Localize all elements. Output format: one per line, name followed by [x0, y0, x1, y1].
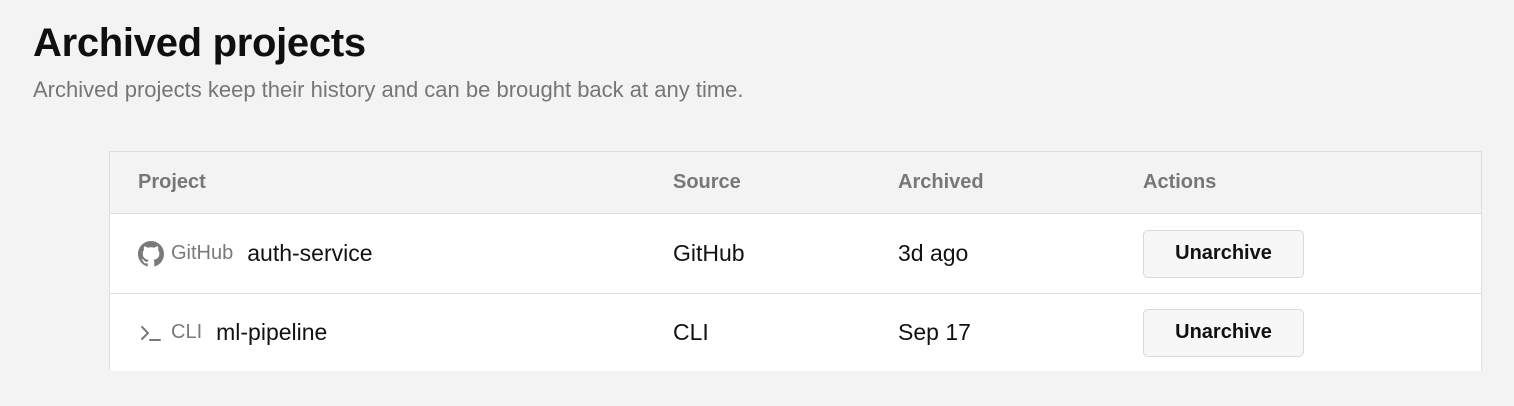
project-cell: GitHub auth-service	[138, 214, 373, 293]
project-cell: CLI ml-pipeline	[138, 294, 327, 371]
archived-cell: Sep 17	[898, 294, 971, 371]
archived-value: Sep 17	[898, 319, 971, 345]
source-chip-label: CLI	[171, 321, 203, 343]
project-name: ml-pipeline	[216, 319, 328, 345]
table-header: Project Source Archived Actions	[110, 152, 1481, 214]
archived-projects-table: Project Source Archived Actions GitHub a…	[109, 151, 1482, 371]
column-header-project: Project	[138, 171, 206, 193]
page-title: Archived projects	[33, 21, 366, 65]
terminal-icon	[138, 320, 164, 346]
archived-value: 3d ago	[898, 240, 969, 266]
archived-cell: 3d ago	[898, 214, 968, 293]
column-header-source: Source	[673, 171, 741, 193]
table-row: CLI ml-pipeline CLI Sep 17 Unarchive	[110, 294, 1481, 371]
unarchive-button[interactable]: Unarchive	[1143, 308, 1304, 357]
page-header: Archived projects Archived projects keep…	[33, 18, 744, 104]
source-chip: GitHub	[138, 240, 234, 267]
github-icon	[138, 240, 164, 267]
source-cell: CLI	[673, 294, 709, 371]
unarchive-button[interactable]: Unarchive	[1143, 229, 1304, 278]
actions-cell: Unarchive	[1143, 294, 1304, 371]
source-value: GitHub	[673, 240, 745, 266]
column-header-archived: Archived	[898, 171, 984, 193]
source-chip: CLI	[138, 320, 202, 346]
source-chip-label: GitHub	[171, 242, 234, 264]
table-row: GitHub auth-service GitHub 3d ago Unarch…	[110, 214, 1481, 294]
column-header-actions: Actions	[1143, 171, 1217, 193]
project-name: auth-service	[247, 240, 373, 266]
source-cell: GitHub	[673, 214, 745, 293]
actions-cell: Unarchive	[1143, 214, 1304, 293]
source-value: CLI	[673, 319, 709, 345]
page-subtitle: Archived projects keep their history and…	[33, 77, 744, 102]
